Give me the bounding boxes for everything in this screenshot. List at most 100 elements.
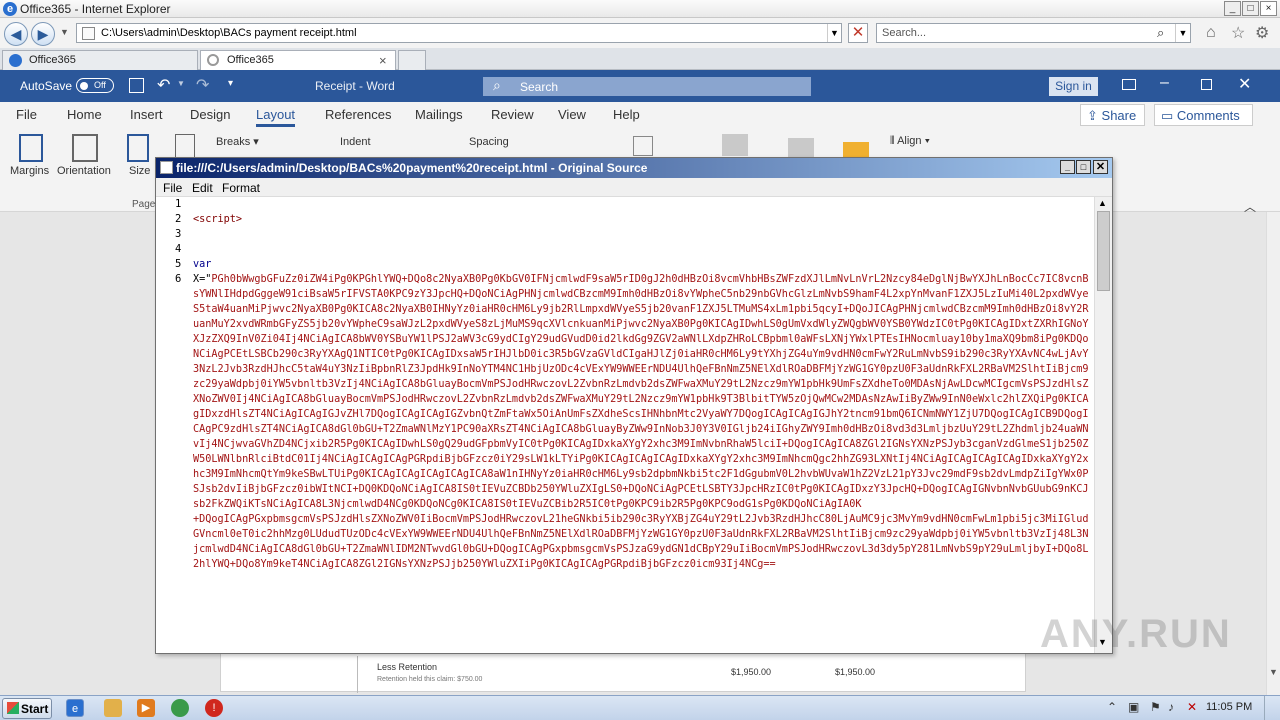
alert-icon[interactable]: ✕ — [1187, 700, 1197, 714]
maximize-button[interactable]: □ — [1242, 1, 1259, 16]
line-number: 3 — [175, 228, 182, 240]
scroll-thumb[interactable] — [1097, 211, 1110, 291]
tab-home[interactable]: Home — [67, 107, 102, 122]
undo-dropdown-icon[interactable]: ▼ — [177, 79, 185, 88]
start-label: Start — [21, 702, 49, 716]
address-bar[interactable]: C:\Users\admin\Desktop\BACs payment rece… — [76, 23, 842, 43]
tab-design[interactable]: Design — [190, 107, 230, 122]
tab-review[interactable]: Review — [491, 107, 534, 122]
back-button[interactable]: ◀ — [4, 22, 28, 46]
gear-icon[interactable]: ⚙ — [1255, 23, 1269, 43]
tab-label: Office365 — [29, 54, 76, 66]
minimize-icon[interactable]: – — [1160, 74, 1169, 92]
margins-icon[interactable] — [19, 134, 43, 162]
new-tab-button[interactable] — [398, 50, 426, 70]
anyrun-watermark: ANY.RUN — [1040, 612, 1232, 656]
media-player-icon[interactable]: ▶ — [137, 699, 155, 717]
source-vertical-scrollbar[interactable]: ▲ ▼ — [1094, 197, 1112, 653]
action-center-icon[interactable]: ⚑ — [1150, 700, 1161, 714]
tab-mailings[interactable]: Mailings — [415, 107, 463, 122]
volume-icon[interactable]: ♪ — [1168, 700, 1174, 714]
comments-label: Comments — [1176, 108, 1240, 123]
file-explorer-icon[interactable] — [104, 699, 122, 717]
close-button[interactable]: × — [1260, 1, 1277, 16]
source-code-area[interactable]: <script> var X="PGh0bWwgbGFuZz0iZW4iPg0K… — [193, 197, 1093, 653]
close-icon[interactable]: ✕ — [1238, 74, 1251, 94]
tab-help[interactable]: Help — [613, 107, 640, 122]
sign-in-button[interactable]: Sign in — [1049, 77, 1098, 96]
columns-icon[interactable] — [175, 134, 195, 159]
search-box[interactable]: Search... ⌕ ▼ — [876, 23, 1191, 43]
row-amount-2: $1,950.00 — [835, 667, 876, 677]
view-source-window[interactable]: file:///C:/Users/admin/Desktop/BACs%20pa… — [155, 157, 1113, 654]
ribbon-display-options-icon[interactable] — [1122, 79, 1136, 90]
internet-explorer-taskbar-icon[interactable]: e — [66, 699, 84, 717]
comment-icon: ▭ — [1161, 108, 1174, 123]
tab-view[interactable]: View — [558, 107, 586, 122]
word-vertical-scrollbar[interactable]: ▼ — [1266, 212, 1280, 695]
row-amount-1: $1,950.00 — [731, 667, 772, 677]
tab-file[interactable]: File — [16, 107, 37, 122]
stop-icon[interactable]: ✕ — [848, 23, 868, 43]
tray-chevron-icon[interactable]: ⌃ — [1107, 700, 1117, 714]
minimize-button[interactable]: _ — [1224, 1, 1241, 16]
history-dropdown-icon[interactable]: ▼ — [60, 27, 69, 37]
address-text: C:\Users\admin\Desktop\BACs payment rece… — [101, 27, 357, 39]
tab-insert[interactable]: Insert — [130, 107, 163, 122]
customize-toolbar-icon[interactable]: ▾ — [228, 78, 233, 89]
position-icon[interactable] — [633, 136, 653, 156]
network-icon[interactable]: ▣ — [1128, 700, 1139, 714]
word-search-box[interactable]: ⌕ Search — [483, 77, 811, 96]
save-icon[interactable] — [129, 78, 144, 93]
row-sublabel: Retention held this claim: $750.00 — [377, 676, 483, 683]
chrome-icon[interactable] — [171, 699, 189, 717]
comments-button[interactable]: ▭ Comments — [1154, 104, 1253, 126]
home-icon[interactable]: ⌂ — [1206, 24, 1216, 42]
autosave-state: Off — [94, 80, 106, 90]
scroll-down-icon[interactable]: ▼ — [1269, 667, 1278, 677]
loading-icon — [207, 54, 219, 66]
orientation-label[interactable]: Orientation — [57, 165, 111, 177]
autosave-toggle[interactable]: Off — [76, 78, 114, 93]
undo-icon[interactable]: ↶ — [157, 75, 170, 95]
wrap-text-icon[interactable] — [722, 134, 748, 156]
margins-label[interactable]: Margins — [10, 165, 49, 177]
align-button[interactable]: ⫴ Align ▾ — [890, 135, 930, 148]
clock[interactable]: 11:05 PM — [1206, 701, 1252, 713]
source-close-button[interactable]: ✕ — [1093, 160, 1108, 174]
redo-icon[interactable]: ↷ — [196, 75, 209, 95]
source-minimize-button[interactable]: _ — [1060, 160, 1075, 174]
source-title-bar[interactable]: file:///C:/Users/admin/Desktop/BACs%20pa… — [156, 158, 1112, 178]
size-label[interactable]: Size — [129, 165, 150, 177]
antivirus-icon[interactable]: ! — [205, 699, 223, 717]
source-maximize-button[interactable]: □ — [1076, 160, 1091, 174]
orientation-icon[interactable] — [72, 134, 98, 162]
share-button[interactable]: ⇪ Share — [1080, 104, 1145, 126]
search-icon[interactable]: ⌕ — [1157, 25, 1164, 41]
close-tab-icon[interactable]: × — [379, 53, 387, 68]
size-icon[interactable] — [127, 134, 149, 162]
address-dropdown-icon[interactable]: ▼ — [827, 24, 841, 42]
show-desktop-button[interactable] — [1264, 696, 1280, 720]
forward-button[interactable]: ▶ — [31, 22, 55, 46]
restore-icon[interactable] — [1201, 79, 1212, 90]
tab-office365-1[interactable]: Office365 — [2, 50, 198, 70]
autosave-label: AutoSave — [20, 79, 73, 93]
tab-label: Office365 — [227, 54, 274, 66]
menu-format[interactable]: Format — [222, 181, 260, 195]
menu-file[interactable]: File — [163, 181, 182, 195]
window-title: Office365 - Internet Explorer — [20, 2, 171, 16]
tab-office365-2[interactable]: Office365 × — [200, 50, 396, 70]
start-button[interactable]: Start — [2, 698, 52, 719]
menu-edit[interactable]: Edit — [192, 181, 213, 195]
code-base64-block-1: X="PGh0bWwgbGFuZz0iZW4iPg0KPGhlYWQ+DQo8c… — [193, 272, 1093, 512]
favorites-star-icon[interactable]: ☆ — [1231, 23, 1245, 43]
code-line-script-tag: <script> — [193, 214, 243, 225]
breaks-button[interactable]: Breaks ▾ — [216, 135, 259, 148]
search-dropdown-icon[interactable]: ▼ — [1175, 24, 1190, 42]
tab-references[interactable]: References — [325, 107, 391, 122]
scroll-up-icon[interactable]: ▲ — [1098, 198, 1107, 208]
tab-layout[interactable]: Layout — [256, 107, 296, 127]
